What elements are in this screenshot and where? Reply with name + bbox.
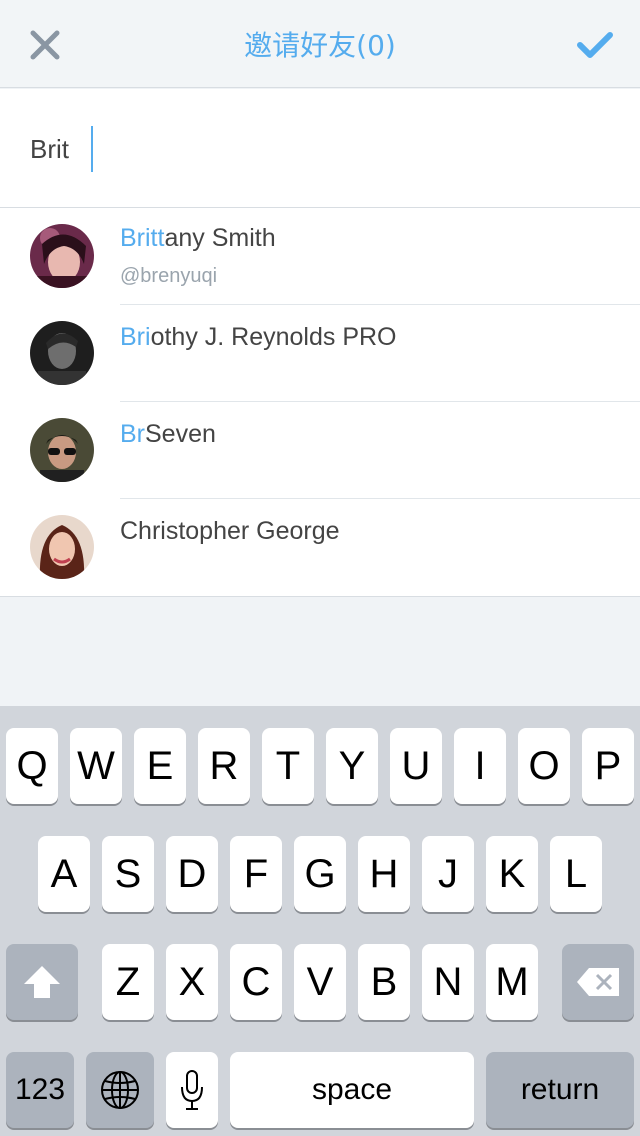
search-input-value: Brit	[30, 133, 69, 164]
key-p[interactable]: P	[582, 728, 634, 804]
search-area: Brit	[0, 89, 640, 208]
key-s[interactable]: S	[102, 836, 154, 912]
contact-name: Briothy J. Reynolds PRO	[120, 323, 397, 351]
list-item-text: Brittany Smith @brenyuqi	[120, 224, 640, 288]
key-i[interactable]: I	[454, 728, 506, 804]
globe-icon	[101, 1071, 139, 1109]
key-a[interactable]: A	[38, 836, 90, 912]
key-u[interactable]: U	[390, 728, 442, 804]
done-button[interactable]	[570, 20, 620, 70]
text-caret	[91, 126, 93, 172]
checkmark-icon	[577, 32, 613, 58]
delete-key[interactable]	[562, 944, 634, 1020]
list-item-text: Christopher George	[120, 517, 640, 546]
keyboard: Q W E R T Y U I O P A S D F G H J K L Z …	[0, 706, 640, 1136]
contact-name: BrSeven	[120, 420, 216, 448]
space-key[interactable]: space	[230, 1052, 474, 1128]
microphone-icon	[181, 1070, 203, 1110]
key-g[interactable]: G	[294, 836, 346, 912]
key-e[interactable]: E	[134, 728, 186, 804]
numbers-key[interactable]: 123	[6, 1052, 74, 1128]
shift-icon	[24, 966, 60, 998]
key-x[interactable]: X	[166, 944, 218, 1020]
list-item[interactable]: Brittany Smith @brenyuqi	[0, 208, 640, 305]
key-c[interactable]: C	[230, 944, 282, 1020]
key-j[interactable]: J	[422, 836, 474, 912]
key-w[interactable]: W	[70, 728, 122, 804]
key-r[interactable]: R	[198, 728, 250, 804]
page-title: 邀请好友(0)	[244, 29, 396, 62]
key-n[interactable]: N	[422, 944, 474, 1020]
contact-handle: @brenyuqi	[120, 265, 218, 287]
key-v[interactable]: V	[294, 944, 346, 1020]
avatar	[30, 224, 94, 288]
key-o[interactable]: O	[518, 728, 570, 804]
backspace-icon	[577, 968, 619, 996]
key-t[interactable]: T	[262, 728, 314, 804]
key-h[interactable]: H	[358, 836, 410, 912]
return-key[interactable]: return	[486, 1052, 634, 1128]
key-l[interactable]: L	[550, 836, 602, 912]
search-input[interactable]: Brit	[30, 125, 610, 173]
list-item[interactable]: Briothy J. Reynolds PRO	[0, 305, 640, 402]
list-item[interactable]: Christopher George	[0, 499, 640, 596]
key-b[interactable]: B	[358, 944, 410, 1020]
avatar	[30, 515, 94, 579]
contact-name: Brittany Smith	[120, 224, 276, 252]
key-m[interactable]: M	[486, 944, 538, 1020]
dictation-key[interactable]	[166, 1052, 218, 1128]
shift-key[interactable]	[6, 944, 78, 1020]
results-list: Brittany Smith @brenyuqi Briothy J. Reyn…	[0, 208, 640, 597]
key-q[interactable]: Q	[6, 728, 58, 804]
navigation-bar: 邀请好友(0)	[0, 0, 640, 88]
key-d[interactable]: D	[166, 836, 218, 912]
key-y[interactable]: Y	[326, 728, 378, 804]
list-item-text: BrSeven	[120, 420, 640, 449]
avatar	[30, 321, 94, 385]
list-item-text: Briothy J. Reynolds PRO	[120, 323, 640, 352]
avatar	[30, 418, 94, 482]
key-z[interactable]: Z	[102, 944, 154, 1020]
list-item[interactable]: BrSeven	[0, 402, 640, 499]
contact-name: Christopher George	[120, 517, 340, 545]
key-k[interactable]: K	[486, 836, 538, 912]
globe-key[interactable]	[86, 1052, 154, 1128]
key-f[interactable]: F	[230, 836, 282, 912]
